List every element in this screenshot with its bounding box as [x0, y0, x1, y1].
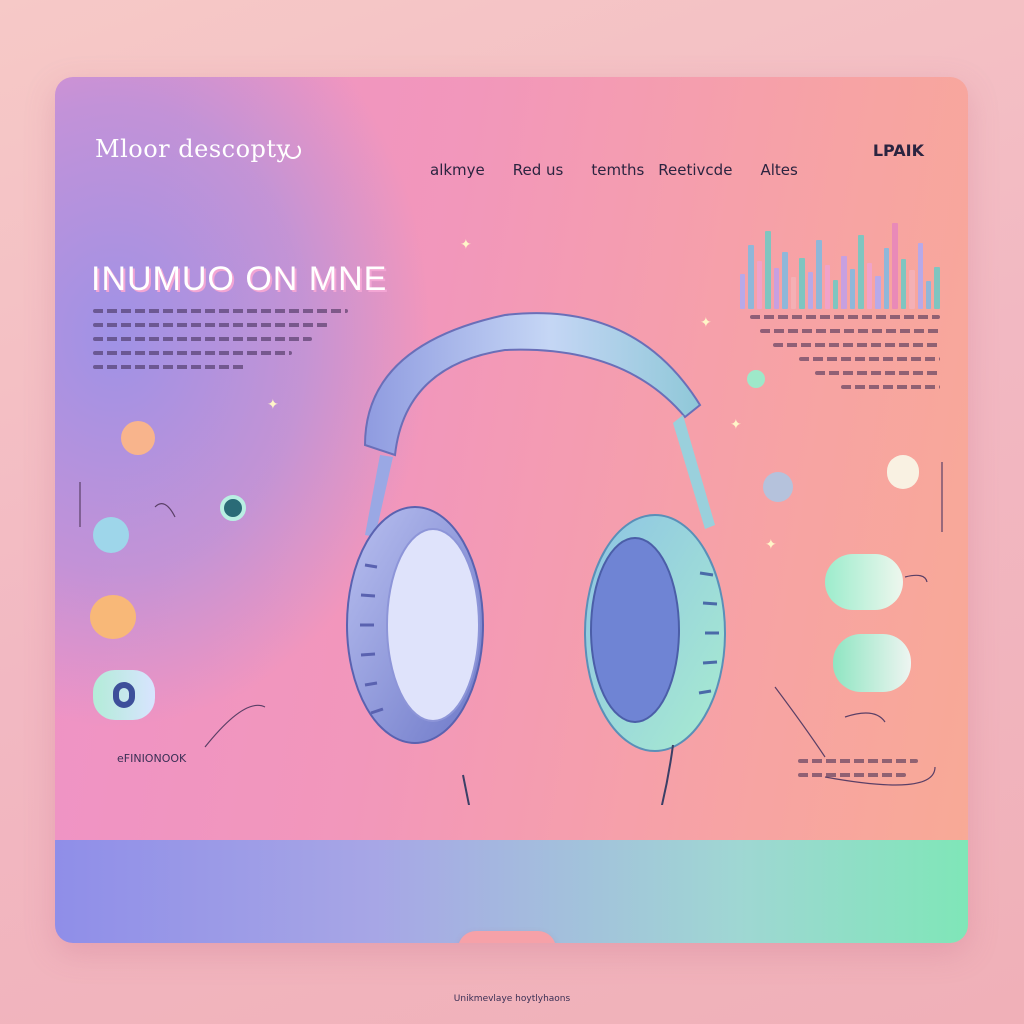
- cta-button[interactable]: Lifrips: [458, 931, 556, 943]
- credit-text: Unikmevlaye hoytlyhaons: [453, 994, 571, 1004]
- main-card: Mloor descopty alkmye Red us temths Reet…: [55, 77, 968, 943]
- footer-band: Lifrips: [55, 840, 968, 943]
- headphones-icon: [346, 312, 726, 805]
